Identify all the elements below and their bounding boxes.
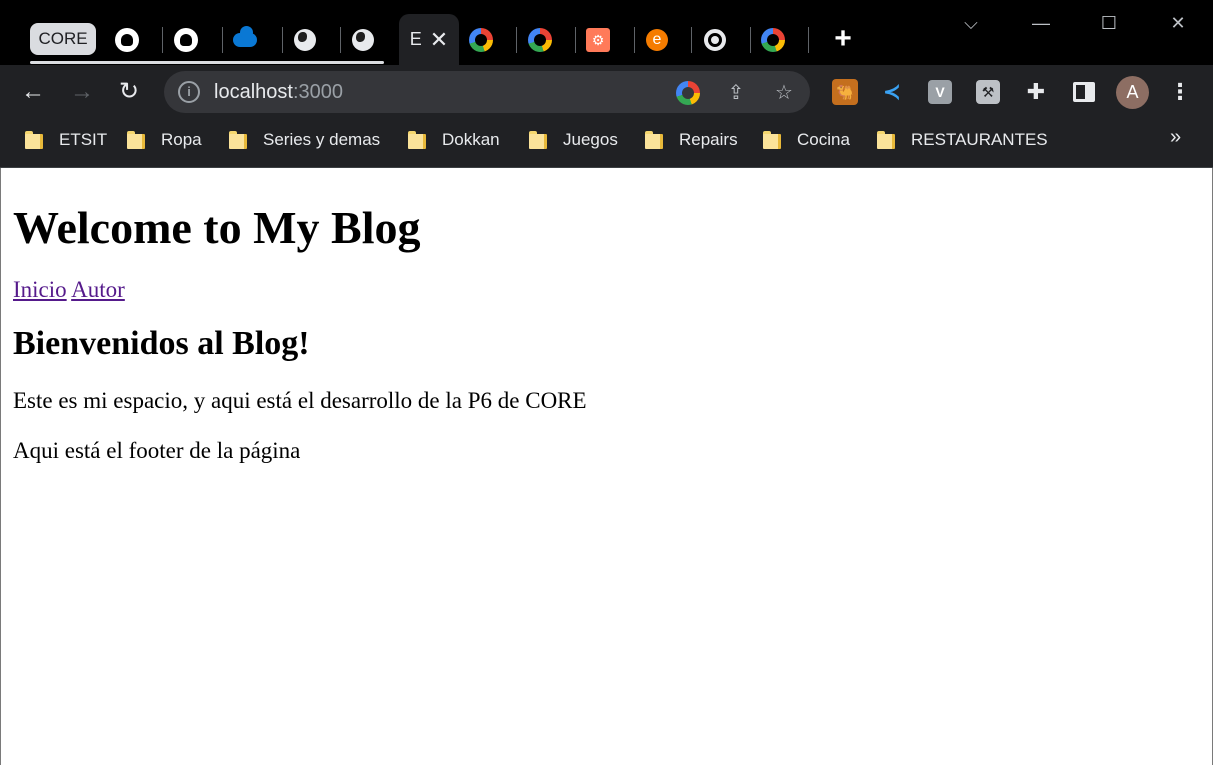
profile-avatar[interactable]: A bbox=[1116, 76, 1149, 109]
bookmark-label: Ropa bbox=[161, 130, 202, 149]
page-footer: Aqui está el footer de la página bbox=[13, 438, 301, 463]
page-viewport: Welcome to My Blog Inicio Autor Bienveni… bbox=[0, 168, 1213, 765]
forward-arrow-icon[interactable]: → bbox=[67, 77, 97, 107]
url-port: :3000 bbox=[292, 81, 343, 103]
intro-paragraph: Este es mi espacio, y aqui está el desar… bbox=[13, 388, 587, 413]
bookmark-label: Juegos bbox=[563, 130, 618, 149]
new-tab-button[interactable]: + bbox=[829, 24, 857, 54]
share-icon[interactable]: ⇪ bbox=[723, 80, 749, 106]
tab-globe-2[interactable] bbox=[334, 14, 392, 65]
tab-google-2[interactable] bbox=[511, 14, 569, 65]
close-window-icon[interactable]: ✕ bbox=[1163, 8, 1193, 38]
folder-icon bbox=[408, 131, 426, 149]
tab-onedrive[interactable] bbox=[216, 14, 274, 65]
bookmark-folder-juegos[interactable]: Juegos bbox=[529, 120, 618, 160]
url-text[interactable]: localhost:3000 bbox=[214, 81, 343, 104]
maximize-icon[interactable]: ☐ bbox=[1094, 8, 1124, 38]
url-host: localhost bbox=[214, 81, 293, 103]
tab-strip: CORE E ✕ ⚙ e + ⌵ — ☐ ✕ bbox=[0, 0, 1213, 65]
bookmark-label: Series y demas bbox=[263, 130, 381, 149]
tab-globe-1[interactable] bbox=[276, 14, 334, 65]
onedrive-icon bbox=[233, 25, 257, 52]
hubspot-icon: ⚙ bbox=[586, 27, 610, 52]
blog-nav: Inicio Autor bbox=[13, 275, 1200, 305]
tab-github-2[interactable] bbox=[157, 14, 215, 65]
google-icon bbox=[469, 27, 493, 52]
globe-icon bbox=[293, 28, 317, 52]
bookmark-folder-ropa[interactable]: Ropa bbox=[127, 120, 202, 160]
github-icon bbox=[174, 27, 198, 52]
google-icon bbox=[761, 27, 785, 52]
nav-link-autor[interactable]: Autor bbox=[71, 277, 125, 302]
tab-github-1[interactable] bbox=[98, 14, 156, 65]
folder-icon bbox=[877, 131, 895, 149]
section-heading: Bienvenidos al Blog! bbox=[13, 325, 310, 362]
bookmark-folder-series[interactable]: Series y demas bbox=[229, 120, 380, 160]
folder-icon bbox=[229, 131, 247, 149]
tab-separator bbox=[808, 27, 809, 53]
google-icon bbox=[528, 27, 552, 52]
bookmarks-bar: ETSIT Ropa Series y demas Dokkan Juegos … bbox=[0, 120, 1213, 168]
reload-icon[interactable]: ↻ bbox=[114, 77, 144, 107]
bookmark-label: ETSIT bbox=[59, 130, 108, 149]
back-arrow-icon[interactable]: ← bbox=[18, 77, 48, 107]
chrome-icon bbox=[703, 28, 727, 52]
side-panel-icon[interactable] bbox=[1073, 82, 1095, 102]
tab-search-icon[interactable]: ⌵ bbox=[956, 8, 986, 38]
tab-chrome[interactable] bbox=[686, 14, 744, 65]
close-icon[interactable]: ✕ bbox=[430, 27, 448, 53]
tab-e[interactable]: e bbox=[628, 14, 686, 65]
nav-link-inicio[interactable]: Inicio bbox=[13, 277, 67, 302]
folder-icon bbox=[127, 131, 145, 149]
vscode-extension-icon[interactable]: ≺ bbox=[879, 79, 905, 105]
info-icon[interactable]: i bbox=[178, 81, 200, 103]
tab-hubspot[interactable]: ⚙ bbox=[569, 14, 627, 65]
bookmark-label: Repairs bbox=[679, 130, 738, 149]
tab-group-label[interactable]: CORE bbox=[30, 23, 96, 55]
bookmark-label: Dokkan bbox=[442, 130, 500, 149]
e-icon: e bbox=[645, 28, 669, 52]
folder-icon bbox=[529, 131, 547, 149]
camelcamelcamel-extension-icon[interactable]: 🐫 bbox=[832, 79, 858, 105]
globe-icon bbox=[351, 28, 375, 52]
blog-page: Welcome to My Blog Inicio Autor Bienveni… bbox=[1, 199, 1212, 466]
bookmark-folder-cocina[interactable]: Cocina bbox=[763, 120, 850, 160]
bookmark-star-icon[interactable]: ☆ bbox=[771, 80, 797, 106]
v-extension-icon[interactable]: V bbox=[928, 80, 952, 104]
google-lens-icon[interactable] bbox=[675, 80, 701, 106]
extensions-puzzle-icon[interactable]: ✚ bbox=[1023, 79, 1049, 105]
folder-icon bbox=[763, 131, 781, 149]
bookmark-folder-repairs[interactable]: Repairs bbox=[645, 120, 738, 160]
bookmark-folder-restaurantes[interactable]: RESTAURANTES bbox=[877, 120, 1048, 160]
page-title: Welcome to My Blog bbox=[13, 202, 421, 253]
tool-extension-icon[interactable]: ⚒ bbox=[976, 80, 1000, 104]
tab-title: E bbox=[409, 29, 422, 49]
folder-icon bbox=[25, 131, 43, 149]
browser-toolbar: ← → ↻ i localhost:3000 ⇪ ☆ 🐫 ≺ V ⚒ ✚ A ⋮ bbox=[0, 65, 1213, 120]
tab-google-1[interactable] bbox=[452, 14, 510, 65]
minimize-icon[interactable]: — bbox=[1026, 8, 1056, 38]
tab-google-3[interactable] bbox=[744, 14, 802, 65]
github-icon bbox=[115, 27, 139, 52]
bookmark-folder-etsit[interactable]: ETSIT bbox=[25, 120, 107, 160]
bookmarks-overflow-icon[interactable]: » bbox=[1170, 126, 1181, 149]
tab-active-blog[interactable]: E ✕ bbox=[399, 14, 459, 65]
kebab-menu-icon[interactable]: ⋮ bbox=[1168, 77, 1192, 107]
bookmark-folder-dokkan[interactable]: Dokkan bbox=[408, 120, 500, 160]
folder-icon bbox=[645, 131, 663, 149]
bookmark-label: RESTAURANTES bbox=[911, 130, 1048, 149]
address-bar[interactable]: i localhost:3000 ⇪ ☆ bbox=[164, 71, 810, 113]
bookmark-label: Cocina bbox=[797, 130, 850, 149]
